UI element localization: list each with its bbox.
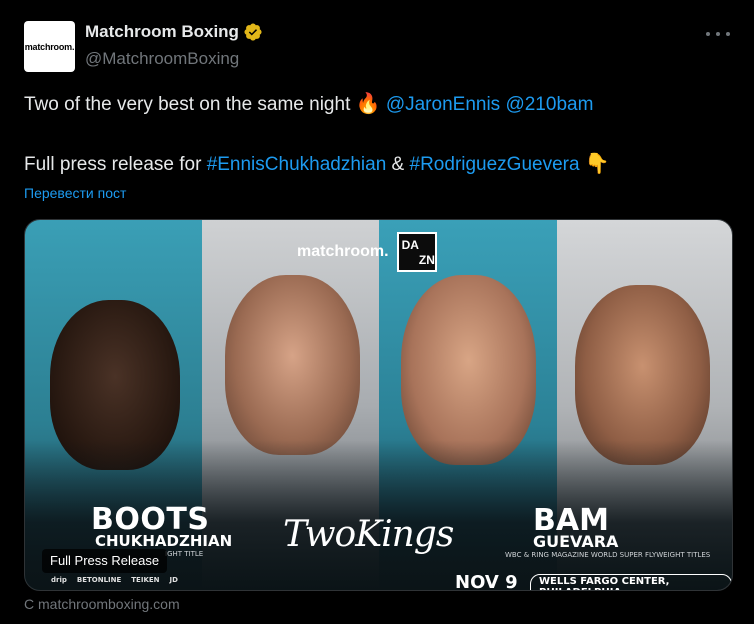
- pointing-down-icon: 👇: [584, 153, 610, 175]
- sponsor-logo: BETONLINE: [76, 576, 122, 584]
- fire-icon: 🔥: [355, 93, 381, 115]
- more-options-icon[interactable]: [706, 24, 730, 44]
- tweet-text-line-1: Two of the very best on the same night 🔥…: [24, 92, 593, 117]
- fighter-name: CHUKHADZHIAN: [95, 532, 233, 550]
- title-caption: IGHT TITLE: [165, 550, 204, 558]
- dazn-logo: DA ZN: [396, 232, 437, 272]
- avatar-logo-text: matchroom.: [24, 41, 75, 52]
- author-display-name[interactable]: Matchroom Boxing: [85, 22, 239, 42]
- sponsor-logo: drip: [51, 576, 67, 584]
- event-venue: WELLS FARGO CENTER, PHILADELPHIA: [530, 574, 732, 590]
- mention-link[interactable]: @JaronEnnis: [386, 94, 500, 115]
- link-card-image[interactable]: matchroom. DA ZN BOOTS CHUKHADZHIAN IGHT…: [24, 219, 733, 591]
- tweet-text: Full press release for: [24, 154, 202, 175]
- verified-badge-icon: [244, 23, 262, 41]
- avatar[interactable]: matchroom.: [24, 21, 75, 72]
- mention-link[interactable]: @210bam: [505, 94, 593, 115]
- matchroom-logo: matchroom.: [297, 243, 389, 260]
- event-title: TwoKings: [283, 514, 454, 555]
- sponsor-logo: JD: [169, 576, 178, 584]
- translate-post-link[interactable]: Перевести пост: [24, 185, 126, 201]
- title-caption: WBC & RING MAGAZINE WORLD SUPER FLYWEIGH…: [505, 551, 711, 559]
- sponsor-strip: drip BETONLINE TEIKEN JD: [51, 576, 178, 584]
- poster-brand: matchroom. DA ZN: [297, 232, 437, 272]
- card-title-overlay[interactable]: Full Press Release: [42, 549, 168, 573]
- author-name-row: Matchroom Boxing: [85, 22, 263, 42]
- fighter-name: GUEVARA: [533, 532, 619, 551]
- tweet-text-line-2: Full press release for #EnnisChukhadzhia…: [24, 152, 610, 177]
- event-date: NOV 9: [455, 572, 518, 591]
- tweet-text: Two of the very best on the same night: [24, 94, 351, 115]
- fighter-portrait: [575, 285, 710, 465]
- author-handle[interactable]: @MatchroomBoxing: [85, 49, 239, 69]
- hashtag-link[interactable]: #EnnisChukhadzhian: [207, 154, 387, 175]
- fighter-portrait: [225, 275, 360, 455]
- sponsor-logo: TEIKEN: [131, 576, 160, 584]
- card-source-link[interactable]: С matchroomboxing.com: [24, 596, 180, 612]
- tweet: matchroom. Matchroom Boxing @MatchroomBo…: [0, 0, 754, 624]
- hashtag-link[interactable]: #RodriguezGuevera: [410, 154, 580, 175]
- tweet-text: &: [391, 154, 405, 175]
- fighter-portrait: [401, 275, 536, 465]
